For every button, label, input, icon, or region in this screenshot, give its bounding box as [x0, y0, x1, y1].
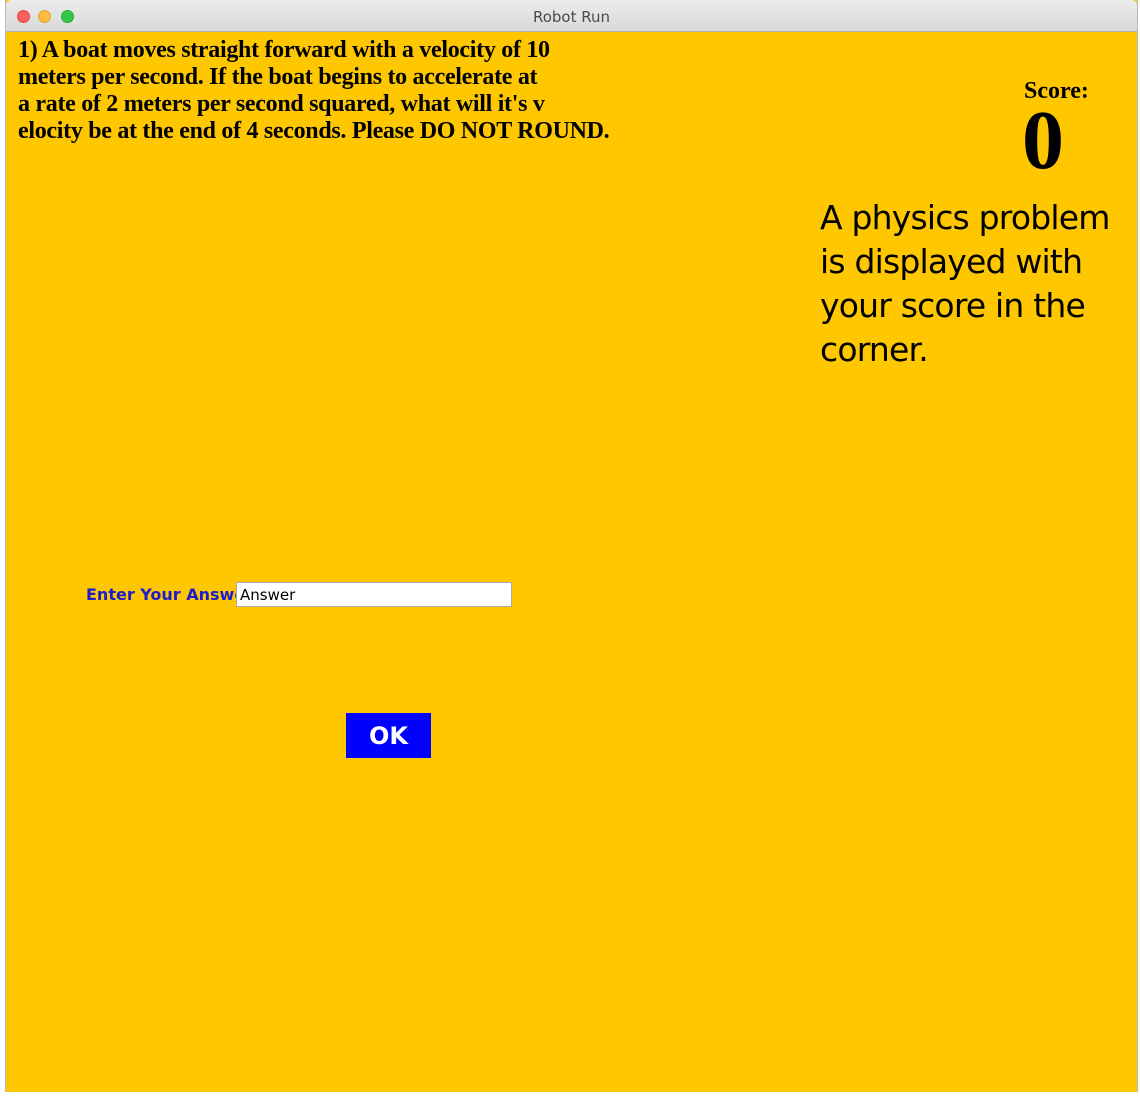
question-text: 1) A boat moves straight forward with a … [18, 37, 618, 145]
question-line: a rate of 2 meters per second squared, w… [18, 91, 545, 117]
app-window: Robot Run 1) A boat moves straight forwa… [5, 0, 1138, 1092]
answer-label: Enter Your Answer [86, 585, 254, 604]
ok-button[interactable]: OK [346, 713, 431, 758]
caption-text: A physics problem is displayed with your… [820, 198, 1110, 369]
title-bar[interactable]: Robot Run [6, 0, 1137, 32]
question-line: meters per second. If the boat begins to… [18, 64, 538, 90]
answer-input[interactable] [236, 582, 512, 607]
window-title: Robot Run [532, 8, 611, 26]
question-line: elocity be at the end of 4 seconds. Plea… [18, 118, 610, 144]
score-value: 0 [1022, 94, 1064, 187]
question-line: 1) A boat moves straight forward with a … [18, 37, 550, 63]
